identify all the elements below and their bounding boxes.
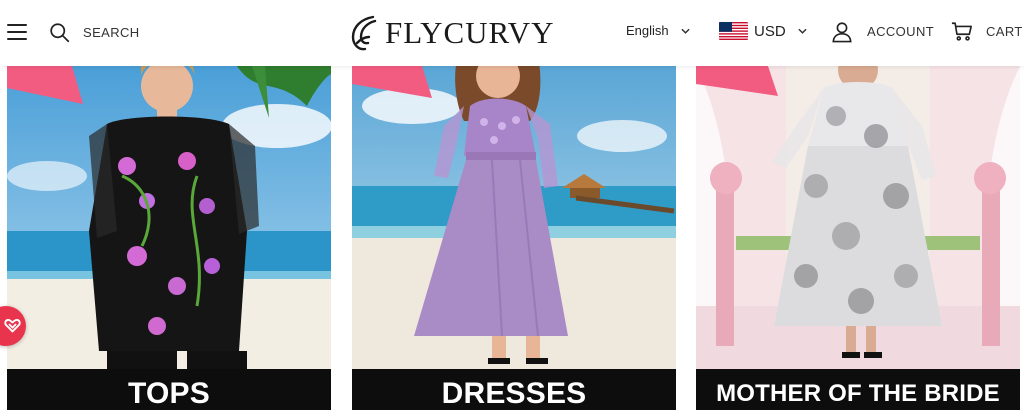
category-card-tops[interactable]: TOPS [7,66,331,410]
site-header: SEARCH FLYCURVY English USD ACCOUNT CART [0,0,1024,66]
search-button[interactable]: SEARCH [49,21,140,43]
chevron-down-icon [681,28,690,34]
cart-icon [951,22,972,41]
category-label: DRESSES [352,369,676,410]
chevron-down-icon [798,28,807,34]
model-floral-gown-wedding-photo [696,66,1020,410]
model-lavender-dress-beach-photo [352,66,676,410]
brand-name: FLYCURVY [385,15,555,50]
category-card-mother-of-the-bride[interactable]: MOTHER OF THE BRIDE [696,66,1020,410]
language-label: English [626,23,669,38]
brand-logo[interactable]: FLYCURVY [347,13,555,53]
hamburger-menu-icon[interactable] [7,24,27,40]
model-floral-top-beach-photo [7,66,331,410]
search-label: SEARCH [83,24,140,40]
us-flag-icon [719,22,748,40]
search-icon [50,22,70,42]
account-link[interactable]: ACCOUNT [831,20,934,43]
cart-link[interactable]: CART [951,21,1023,42]
brand-logo-icon [351,15,377,51]
category-label: MOTHER OF THE BRIDE [696,369,1020,410]
currency-selector[interactable]: USD [719,22,807,40]
currency-label: USD [754,22,786,40]
heart-badge-icon [4,319,21,333]
language-selector[interactable]: English [626,23,690,38]
account-label: ACCOUNT [867,24,935,39]
category-label: TOPS [7,369,331,410]
user-icon [832,22,852,43]
category-card-dresses[interactable]: DRESSES [352,66,676,410]
cart-label: CART [986,24,1023,39]
